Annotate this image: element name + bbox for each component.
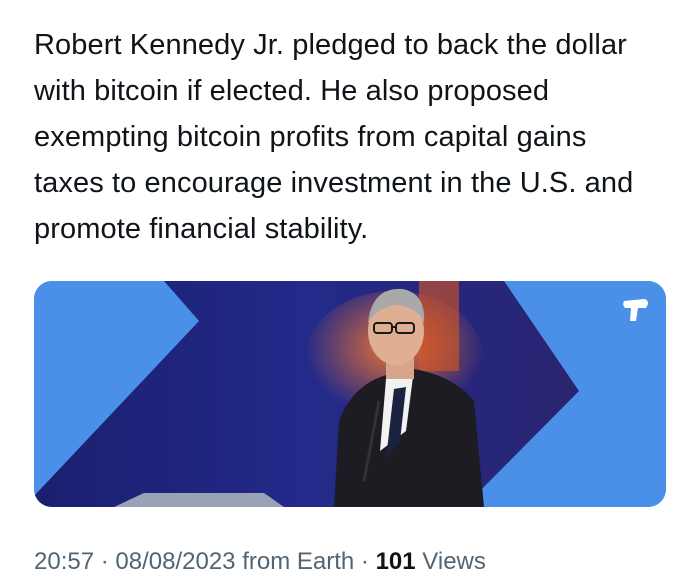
tweet-meta: 20:57 · 08/08/2023 from Earth · 101 View… [34, 548, 486, 576]
meta-separator: · [360, 548, 369, 575]
tweet-text-line: taxes to encourage investment in the U.S… [34, 167, 634, 199]
tweet-media-image[interactable] [34, 281, 666, 507]
tweet-text-line: Robert Kennedy Jr. pledged to back the d… [34, 29, 627, 61]
tweet-text-line: with bitcoin if elected. He also propose… [34, 75, 550, 107]
meta-separator: · [100, 548, 109, 575]
publisher-logo-icon [618, 293, 652, 327]
tweet-text: Robert Kennedy Jr. pledged to back the d… [34, 22, 674, 252]
tweet-text-line: promote financial stability. [34, 213, 369, 245]
views-label[interactable]: Views [422, 548, 486, 575]
media-photo [34, 281, 666, 507]
tweet-date: 08/08/2023 [115, 548, 236, 575]
views-count[interactable]: 101 [376, 548, 416, 575]
tweet-source: from Earth [242, 548, 355, 575]
tweet-time: 20:57 [34, 548, 95, 575]
tweet-text-line: exempting bitcoin profits from capital g… [34, 121, 587, 153]
